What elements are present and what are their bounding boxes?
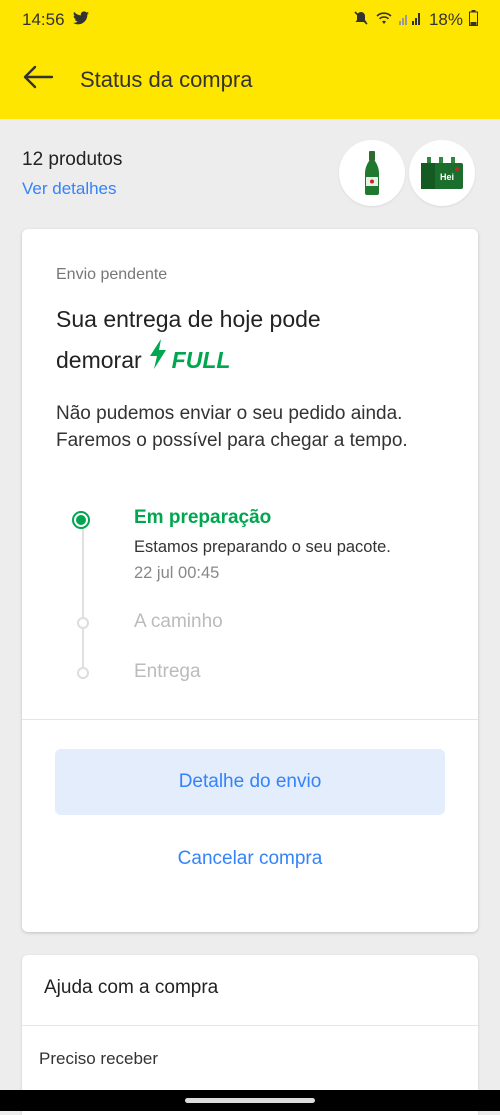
timeline-line: [82, 521, 84, 671]
timeline-step-label: Em preparação: [134, 507, 272, 528]
help-title: Ajuda com a compra: [44, 977, 219, 998]
timeline-step-label: A caminho: [134, 611, 223, 632]
order-summary: 12 produtos Ver detalhes Hei: [22, 140, 478, 215]
timeline-step-label: Entrega: [134, 661, 201, 682]
battery-text: 18%: [428, 10, 463, 29]
shipment-status-card: Envio pendente Sua entrega de hoje pode …: [22, 229, 478, 932]
lightning-icon: [148, 339, 168, 381]
svg-text:Hei: Hei: [440, 172, 454, 182]
arrow-left-icon: [22, 65, 54, 94]
mute-icon: [353, 10, 369, 31]
shipment-status-label: Envio pendente: [56, 266, 168, 283]
shipment-timeline: Em preparação Estamos preparando o seu p…: [22, 507, 478, 682]
battery-icon: [469, 9, 478, 31]
products-count: 12 produtos: [22, 149, 123, 170]
timeline-dot-pending: [77, 667, 89, 679]
twitter-icon: [72, 10, 89, 30]
page-title: Status da compra: [80, 66, 253, 92]
signal-icon: [398, 10, 423, 30]
view-details-link[interactable]: Ver detalhes: [22, 179, 117, 199]
home-handle[interactable]: [185, 1098, 315, 1103]
cancel-purchase-button[interactable]: Cancelar compra: [55, 841, 445, 877]
shipment-title: Sua entrega de hoje pode demorar FULL: [56, 299, 456, 381]
back-button[interactable]: [16, 58, 60, 102]
shipment-title-line1: Sua entrega de hoje pode: [56, 306, 321, 332]
help-item[interactable]: Preciso receber: [39, 1049, 158, 1069]
timeline-dot-active: [72, 511, 90, 529]
wifi-icon: [375, 10, 393, 30]
help-divider: [22, 1025, 478, 1026]
full-label: FULL: [171, 347, 231, 373]
status-bar: 14:56 18%: [0, 0, 500, 40]
card-divider: [22, 719, 478, 720]
timeline-step-time: 22 jul 00:45: [134, 564, 220, 582]
status-time: 14:56: [22, 10, 65, 29]
timeline-step-description: Estamos preparando o seu pacote.: [134, 538, 391, 556]
full-badge: FULL: [148, 339, 231, 381]
timeline-dot-pending: [77, 617, 89, 629]
shipment-description: Não pudemos enviar o seu pedido ainda. F…: [56, 403, 408, 451]
shipment-title-line2: demorar: [56, 347, 142, 373]
product-thumbnail-beer-pack[interactable]: Hei: [409, 140, 475, 206]
product-thumbnail-beer-bottle[interactable]: [339, 140, 405, 206]
shipment-details-button[interactable]: Detalhe do envio: [55, 749, 445, 815]
app-bar: Status da compra: [0, 40, 500, 119]
system-nav-bar: [0, 1090, 500, 1111]
